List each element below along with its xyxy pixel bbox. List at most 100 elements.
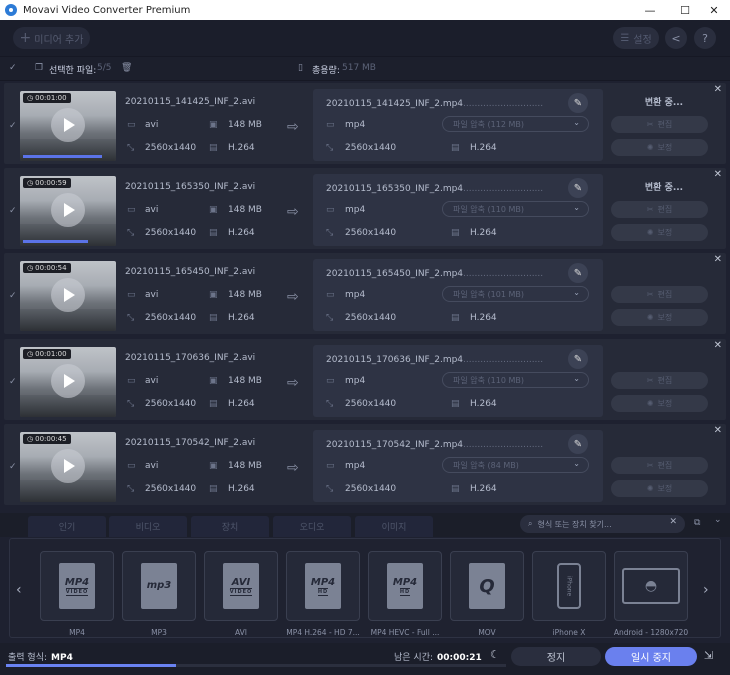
video-thumbnail[interactable]: ◷ 00:01:00 <box>20 91 116 161</box>
format-card[interactable]: MP4 HD MP4 HEVC - Full ... <box>368 551 442 639</box>
file-checkbox[interactable]: ✓ <box>9 121 17 131</box>
format-card-frame[interactable]: MP4 HD <box>286 551 360 621</box>
file-row[interactable]: ✓ ◷ 00:01:00 20210115_141425_INF_2.avi ▭ … <box>4 83 726 164</box>
remove-file-icon[interactable]: ✕ <box>714 340 722 351</box>
format-card[interactable]: ◓ Android - 1280x720 <box>614 551 688 639</box>
file-checkbox[interactable]: ✓ <box>9 377 17 387</box>
output-file-name[interactable]: 20210115_165350_INF_2.mp4...............… <box>326 184 543 194</box>
help-button[interactable]: ? <box>694 27 716 49</box>
compress-dropdown[interactable]: 파일 압축 (112 MB) ⌄ <box>442 116 589 132</box>
video-thumbnail[interactable]: ◷ 00:00:45 <box>20 432 116 502</box>
format-card[interactable]: MP4 VIDEO MP4 <box>40 551 114 639</box>
formats-prev-arrow-icon[interactable]: ‹ <box>16 582 22 598</box>
enhance-button[interactable]: ✺ 보정 <box>611 480 708 497</box>
video-thumbnail[interactable]: ◷ 00:00:59 <box>20 176 116 246</box>
output-file-name[interactable]: 20210115_141425_INF_2.mp4...............… <box>326 99 543 109</box>
remove-file-icon[interactable]: ✕ <box>714 425 722 436</box>
stop-button[interactable]: 정지 <box>511 647 601 666</box>
edit-button[interactable]: ✂ 편집 <box>611 372 708 389</box>
maximize-button[interactable]: ☐ <box>669 0 701 20</box>
play-icon[interactable] <box>51 278 85 312</box>
compress-dropdown[interactable]: 파일 압축 (110 MB) ⌄ <box>442 201 589 217</box>
edit-button[interactable]: ✂ 편집 <box>611 457 708 474</box>
edit-button[interactable]: ✂ 편집 <box>611 116 708 133</box>
format-card-frame[interactable]: mp3 <box>122 551 196 621</box>
convert-arrow-icon: ⇨ <box>287 204 299 220</box>
source-codec: H.264 <box>228 313 255 323</box>
file-row[interactable]: ✓ ◷ 00:00:59 20210115_165350_INF_2.avi ▭ … <box>4 168 726 249</box>
rename-pencil-icon[interactable]: ✎ <box>568 93 588 113</box>
play-icon[interactable] <box>51 364 85 398</box>
output-file-name[interactable]: 20210115_165450_INF_2.mp4...............… <box>326 269 543 279</box>
file-checkbox[interactable]: ✓ <box>9 291 17 301</box>
settings-button[interactable]: ☰ 설정 <box>613 27 659 49</box>
compress-dropdown[interactable]: 파일 압축 (84 MB) ⌄ <box>442 457 589 473</box>
conversion-progress-bar <box>23 155 103 158</box>
close-window-button[interactable]: ✕ <box>698 0 730 20</box>
edit-button[interactable]: ✂ 편집 <box>611 201 708 218</box>
formats-next-arrow-icon[interactable]: › <box>703 582 709 598</box>
export-folder-icon[interactable]: ⇲ <box>704 649 713 662</box>
bottom-bar: 출력 형식: MP4 남은 시간: 00:00:21 ☾ 정지 일시 중지 ⇲ <box>0 643 730 675</box>
format-card[interactable]: mp3 MP3 <box>122 551 196 639</box>
output-format[interactable]: 출력 형식: MP4 <box>8 650 73 663</box>
compress-dropdown[interactable]: 파일 압축 (110 MB) ⌄ <box>442 372 589 388</box>
format-card-frame[interactable]: AVI VIDEO <box>204 551 278 621</box>
edit-button[interactable]: ✂ 편집 <box>611 286 708 303</box>
format-card-frame[interactable]: Q <box>450 551 524 621</box>
sleep-mode-icon[interactable]: ☾ <box>490 648 500 661</box>
file-checkbox[interactable]: ✓ <box>9 462 17 472</box>
enhance-button[interactable]: ✺ 보정 <box>611 395 708 412</box>
collapse-panel-icon[interactable]: ⌄ <box>714 515 722 525</box>
format-card-frame[interactable]: MP4 VIDEO <box>40 551 114 621</box>
enhance-button[interactable]: ✺ 보정 <box>611 139 708 156</box>
format-card[interactable]: Q MOV <box>450 551 524 639</box>
select-all-checkbox[interactable]: ✓ <box>9 63 17 73</box>
remaining-time: 남은 시간: 00:00:21 <box>394 650 482 663</box>
tab-images[interactable]: 이미지 <box>355 516 433 537</box>
format-card-frame[interactable]: MP4 HD <box>368 551 442 621</box>
output-codec: H.264 <box>470 484 497 494</box>
tab-audio[interactable]: 오디오 <box>273 516 351 537</box>
enhance-button[interactable]: ✺ 보정 <box>611 309 708 326</box>
format-card-frame[interactable]: iPhone <box>532 551 606 621</box>
pause-button[interactable]: 일시 중지 <box>605 647 697 666</box>
tab-video[interactable]: 비디오 <box>109 516 187 537</box>
format-card-frame[interactable]: ◓ <box>614 551 688 621</box>
clear-search-icon[interactable]: ✕ <box>669 517 677 527</box>
remove-file-icon[interactable]: ✕ <box>714 84 722 95</box>
play-icon[interactable] <box>51 108 85 142</box>
rename-pencil-icon[interactable]: ✎ <box>568 178 588 198</box>
file-row[interactable]: ✓ ◷ 00:01:00 20210115_170636_INF_2.avi ▭ … <box>4 339 726 420</box>
rename-pencil-icon[interactable]: ✎ <box>568 349 588 369</box>
enhance-button[interactable]: ✺ 보정 <box>611 224 708 241</box>
format-icon-subtext: HD <box>399 587 411 596</box>
tab-popular[interactable]: 인기 <box>28 516 106 537</box>
output-file-name[interactable]: 20210115_170636_INF_2.mp4...............… <box>326 355 543 365</box>
remove-file-icon[interactable]: ✕ <box>714 169 722 180</box>
format-card[interactable]: MP4 HD MP4 H.264 - HD 7... <box>286 551 360 639</box>
format-card[interactable]: iPhone iPhone X <box>532 551 606 639</box>
output-codec: H.264 <box>470 399 497 409</box>
rename-pencil-icon[interactable]: ✎ <box>568 263 588 283</box>
add-media-button[interactable]: + 미디어 추가 <box>13 27 90 49</box>
search-device-icon[interactable]: ⧉ <box>694 518 700 528</box>
source-codec: H.264 <box>228 143 255 153</box>
compress-dropdown[interactable]: 파일 압축 (101 MB) ⌄ <box>442 286 589 302</box>
rename-pencil-icon[interactable]: ✎ <box>568 434 588 454</box>
file-row[interactable]: ✓ ◷ 00:00:45 20210115_170542_INF_2.avi ▭ … <box>4 424 726 505</box>
play-icon[interactable] <box>51 449 85 483</box>
tab-devices[interactable]: 장치 <box>191 516 269 537</box>
share-button[interactable]: < <box>665 27 687 49</box>
play-icon[interactable] <box>51 193 85 227</box>
file-row[interactable]: ✓ ◷ 00:00:54 20210115_165450_INF_2.avi ▭ … <box>4 253 726 334</box>
file-checkbox[interactable]: ✓ <box>9 206 17 216</box>
format-card[interactable]: AVI VIDEO AVI <box>204 551 278 639</box>
video-thumbnail[interactable]: ◷ 00:01:00 <box>20 347 116 417</box>
remove-file-icon[interactable]: ✕ <box>714 254 722 265</box>
minimize-button[interactable]: — <box>634 0 666 20</box>
output-file-name[interactable]: 20210115_170542_INF_2.mp4...............… <box>326 440 543 450</box>
video-thumbnail[interactable]: ◷ 00:00:54 <box>20 261 116 331</box>
format-search-input[interactable]: ⌕ 형식 또는 장치 찾기... ✕ <box>520 515 685 533</box>
trash-icon[interactable]: 🗑 <box>121 63 132 73</box>
